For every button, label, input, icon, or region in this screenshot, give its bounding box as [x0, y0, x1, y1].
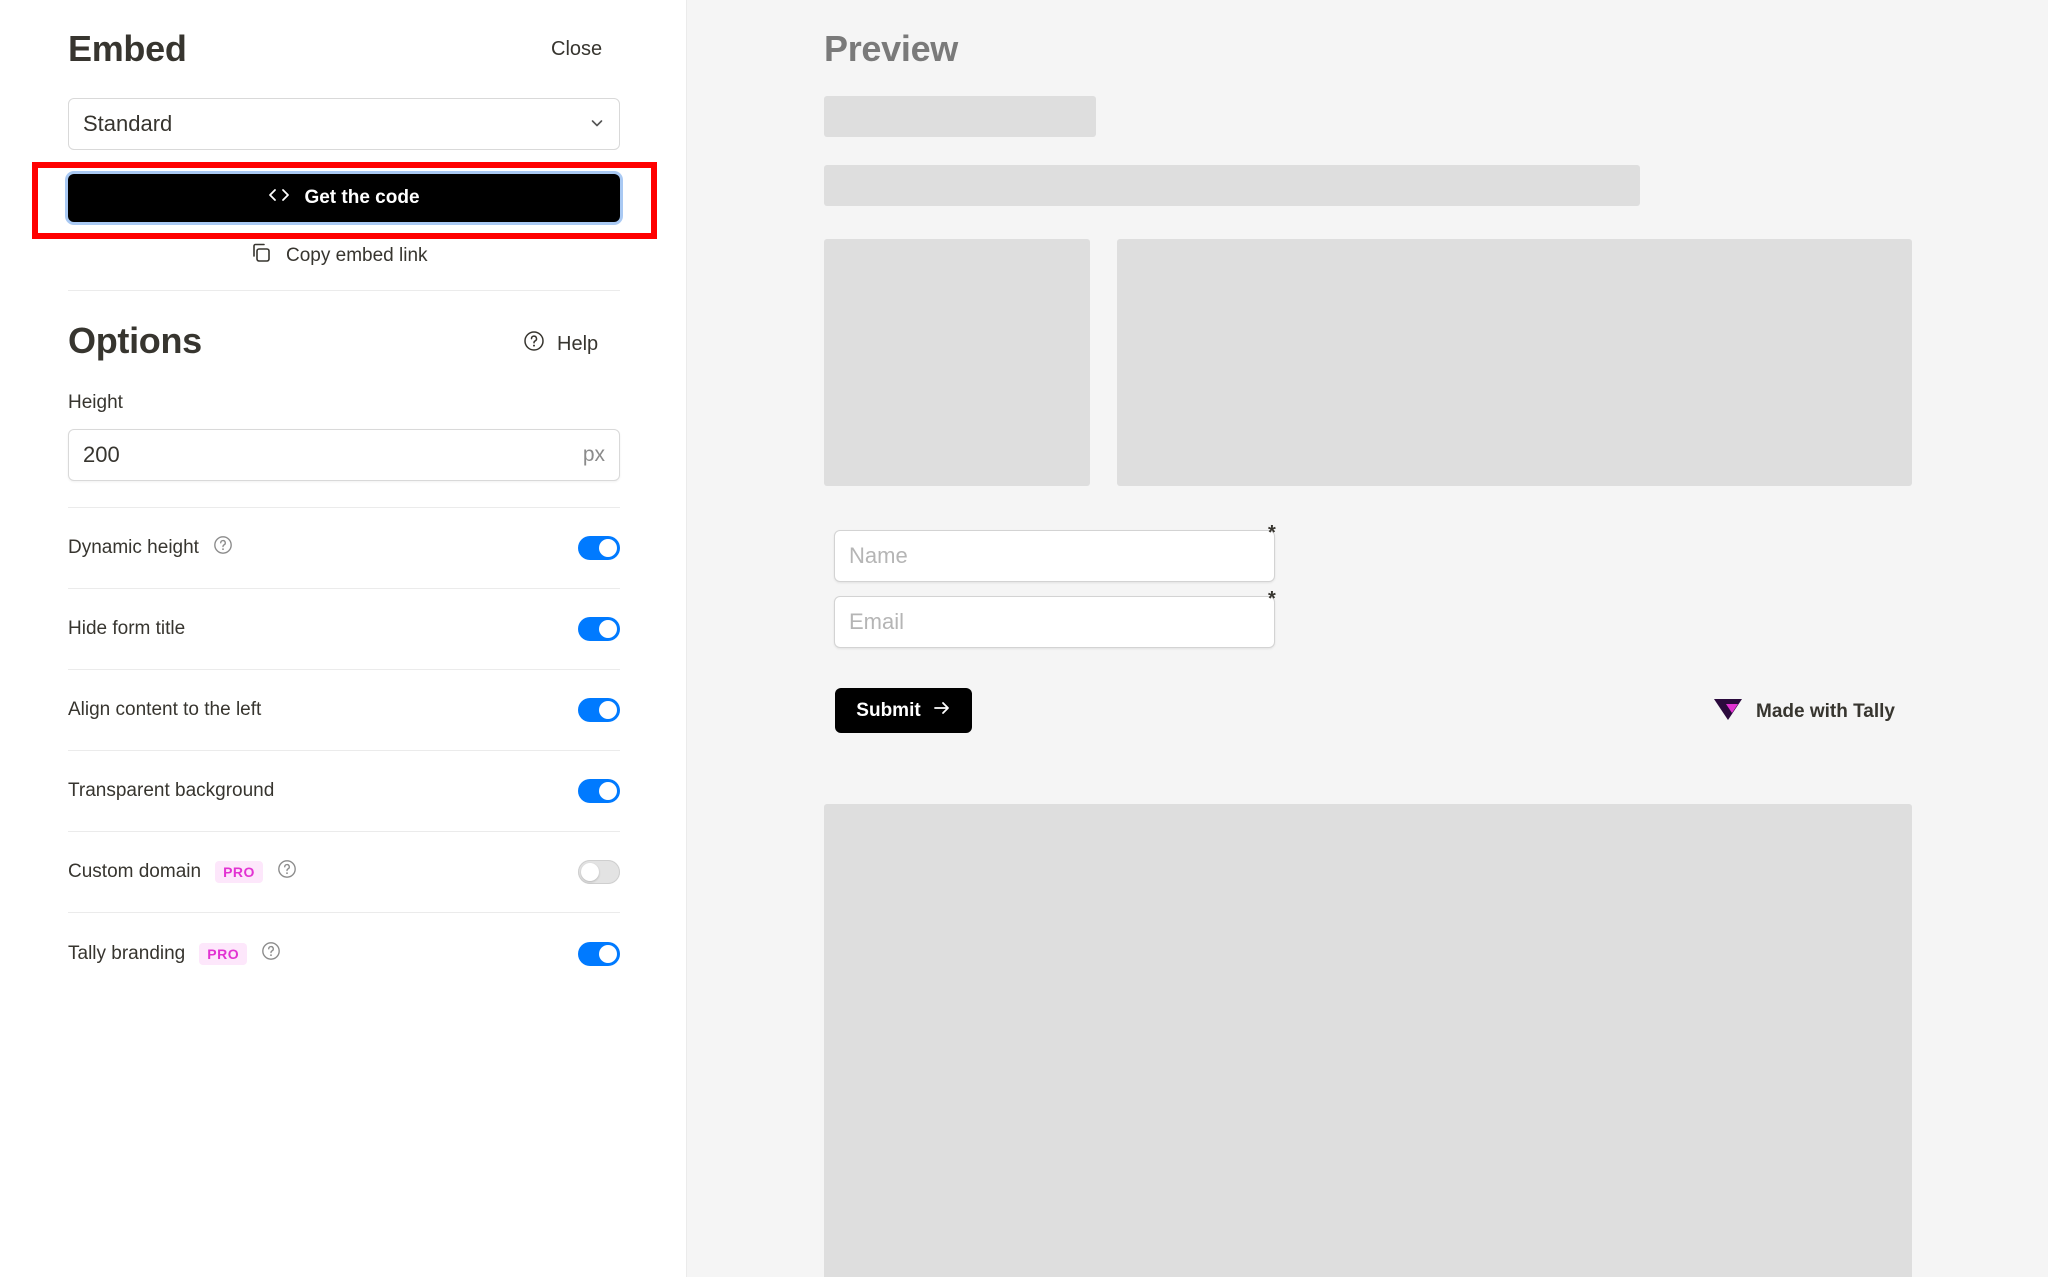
tally-logo-icon: [1712, 696, 1744, 728]
custom-domain-toggle[interactable]: [578, 860, 620, 884]
code-icon: [268, 187, 290, 209]
embed-settings-panel: Embed Close Standard Get the code Copy e…: [0, 0, 687, 1277]
required-mark: *: [1268, 588, 1276, 610]
option-label: Align content to the left: [68, 699, 262, 720]
option-row-dynamic-height: Dynamic height: [68, 526, 620, 570]
option-row-transparent-background: Transparent background: [68, 769, 620, 813]
dynamic-height-toggle[interactable]: [578, 536, 620, 560]
height-input[interactable]: 200 px: [68, 429, 620, 481]
skeleton-block: [824, 239, 1090, 486]
divider: [68, 831, 620, 832]
embed-mode-value: Standard: [83, 111, 173, 136]
made-with-tally-link[interactable]: Made with Tally: [1712, 696, 1895, 728]
skeleton-block: [1117, 239, 1912, 486]
help-label: Help: [557, 332, 599, 355]
tally-branding-toggle[interactable]: [578, 942, 620, 966]
preview-title: Preview: [824, 28, 958, 69]
transparent-background-toggle[interactable]: [578, 779, 620, 803]
made-with-tally-label: Made with Tally: [1756, 701, 1896, 722]
option-label: Tally branding: [68, 943, 186, 964]
option-row-align-left: Align content to the left: [68, 688, 620, 732]
embed-title: Embed: [68, 28, 187, 69]
height-unit: px: [582, 443, 605, 466]
option-label: Dynamic height: [68, 537, 199, 558]
copy-embed-link-label: Copy embed link: [286, 245, 428, 266]
submit-label: Submit: [856, 699, 921, 721]
help-button[interactable]: Help: [523, 330, 598, 358]
height-value: 200: [83, 442, 120, 467]
hide-form-title-toggle[interactable]: [578, 617, 620, 641]
arrow-right-icon: [933, 700, 951, 722]
skeleton-block: [824, 165, 1640, 206]
name-input[interactable]: Name: [834, 530, 1275, 582]
email-placeholder: Email: [849, 609, 905, 634]
required-mark: *: [1268, 522, 1276, 544]
options-title: Options: [68, 320, 202, 361]
height-label: Height: [68, 392, 123, 413]
skeleton-block: [824, 96, 1096, 137]
align-left-toggle[interactable]: [578, 698, 620, 722]
close-button[interactable]: Close: [551, 38, 602, 61]
option-label: Hide form title: [68, 618, 186, 639]
name-placeholder: Name: [849, 543, 908, 568]
pro-badge: PRO: [199, 943, 248, 965]
submit-button[interactable]: Submit: [835, 688, 972, 733]
option-row-hide-form-title: Hide form title: [68, 607, 620, 651]
copy-embed-link-button[interactable]: Copy embed link: [250, 242, 428, 270]
divider: [68, 669, 620, 670]
divider: [68, 750, 620, 751]
skeleton-block: [824, 804, 1912, 1277]
question-circle-icon: [523, 330, 545, 358]
divider: [68, 507, 620, 508]
email-input[interactable]: Email: [834, 596, 1275, 648]
option-label: Custom domain: [68, 861, 202, 882]
divider: [68, 290, 620, 291]
get-the-code-button[interactable]: Get the code: [68, 174, 620, 222]
pro-badge: PRO: [215, 861, 263, 883]
get-the-code-label: Get the code: [304, 187, 420, 208]
embed-mode-select[interactable]: Standard: [68, 98, 620, 150]
question-circle-icon[interactable]: [213, 535, 233, 561]
option-label: Transparent background: [68, 780, 275, 801]
chevron-down-icon: [589, 111, 605, 137]
option-row-tally-branding: Tally branding PRO: [68, 932, 620, 976]
option-row-custom-domain: Custom domain PRO: [68, 850, 620, 894]
copy-icon: [250, 242, 272, 270]
question-circle-icon[interactable]: [261, 941, 281, 967]
divider: [68, 912, 620, 913]
divider: [68, 588, 620, 589]
question-circle-icon[interactable]: [277, 859, 297, 885]
